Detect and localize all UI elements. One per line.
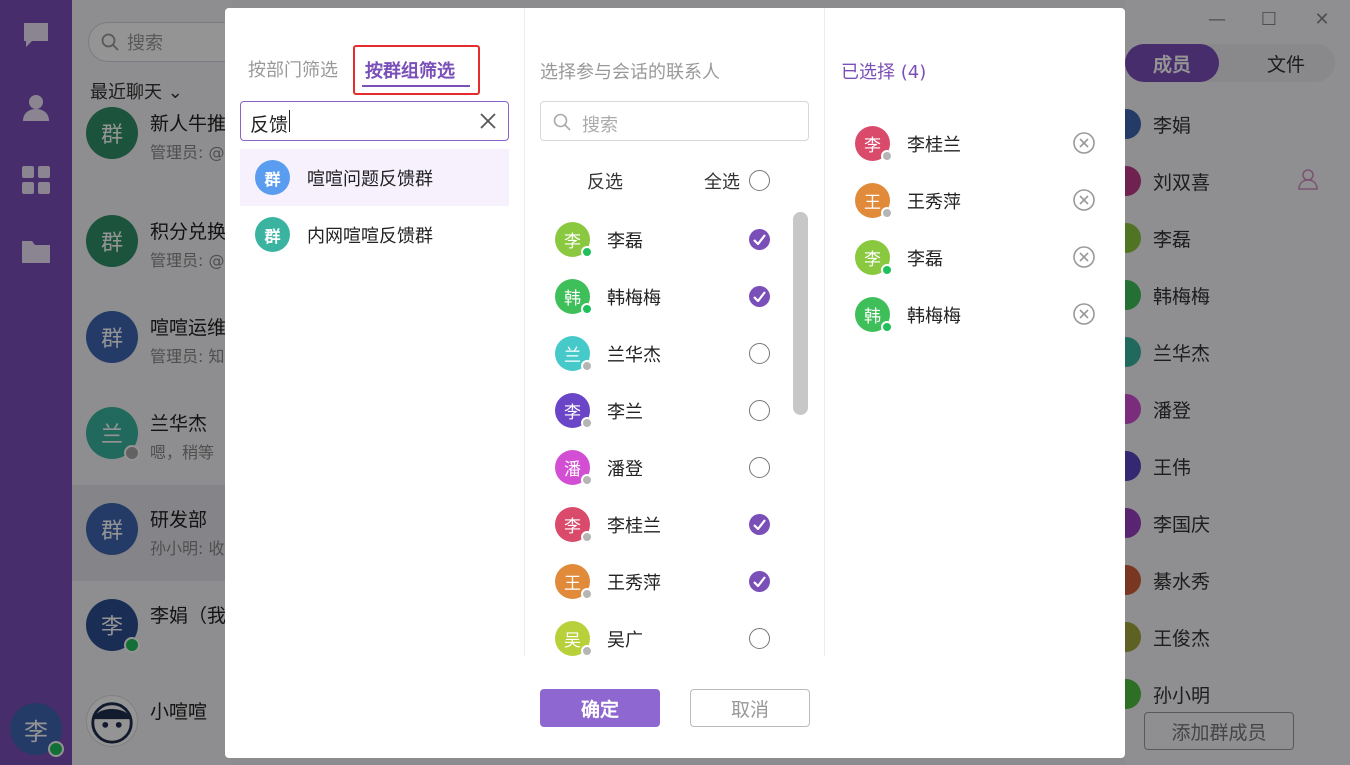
contact-row[interactable]: 李李兰 (540, 382, 780, 439)
selected-contact-name: 王秀萍 (907, 192, 961, 213)
column-divider (824, 8, 825, 656)
offline-status-dot (881, 207, 893, 219)
contact-search-placeholder: 搜索 (582, 115, 618, 136)
contact-name: 兰华杰 (607, 345, 661, 366)
offline-status-dot (581, 474, 593, 486)
active-tab-underline (362, 85, 470, 87)
avatar: 李 (855, 240, 893, 276)
checkmark-icon (753, 291, 766, 302)
checkmark-icon (753, 576, 766, 587)
offline-status-dot (881, 150, 893, 162)
avatar: 王 (555, 564, 593, 600)
group-result-item[interactable]: 群喧喧问题反馈群 (240, 149, 509, 206)
selected-contact-row: 李李磊 (840, 229, 1110, 286)
avatar: 兰 (555, 336, 593, 372)
contact-checkbox[interactable] (749, 571, 770, 592)
contact-checkbox[interactable] (749, 286, 770, 307)
group-avatar: 群 (255, 160, 290, 195)
contact-row[interactable]: 吴吴广 (540, 610, 780, 656)
selected-count-title: 已选择 (4) (841, 62, 927, 83)
contact-row[interactable]: 王王秀萍 (540, 553, 780, 610)
avatar: 李 (555, 393, 593, 429)
checkmark-icon (753, 519, 766, 530)
text-caret (289, 110, 290, 132)
offline-status-dot (581, 645, 593, 656)
online-status-dot (881, 264, 893, 276)
avatar: 李 (555, 222, 593, 258)
select-all-checkbox[interactable] (749, 170, 770, 191)
remove-circle-x-icon[interactable] (1072, 131, 1096, 155)
tab-filter-by-group-label: 按群组筛选 (365, 61, 455, 82)
offline-status-dot (581, 531, 593, 543)
contact-list: 李李磊韩韩梅梅兰兰华杰李李兰潘潘登李李桂兰王王秀萍吴吴广 (540, 211, 809, 656)
contact-name: 王秀萍 (607, 573, 661, 594)
group-search-input[interactable]: 反馈 (240, 101, 509, 141)
contact-checkbox[interactable] (749, 628, 770, 649)
confirm-button[interactable]: 确定 (540, 689, 660, 727)
contact-checkbox[interactable] (749, 514, 770, 535)
avatar: 潘 (555, 450, 593, 486)
filter-tabs: 按部门筛选 按群组筛选 (225, 8, 525, 108)
contact-row[interactable]: 李李桂兰 (540, 496, 780, 553)
contact-name: 李桂兰 (607, 516, 661, 537)
offline-status-dot (581, 417, 593, 429)
contact-name: 吴广 (607, 630, 643, 651)
selected-contact-row: 韩韩梅梅 (840, 286, 1110, 343)
select-contacts-dialog: 按部门筛选 按群组筛选 反馈 群喧喧问题反馈群群内网喧喧反馈群 选择参与会话的联… (225, 8, 1125, 758)
invert-selection-button[interactable]: 反选 (587, 168, 623, 194)
contact-row[interactable]: 兰兰华杰 (540, 325, 780, 382)
contact-list-scrollbar[interactable] (793, 212, 808, 415)
group-search-value: 反馈 (250, 114, 289, 136)
contacts-column-title: 选择参与会话的联系人 (540, 62, 720, 83)
cancel-button[interactable]: 取消 (690, 689, 810, 727)
contact-row[interactable]: 潘潘登 (540, 439, 780, 496)
avatar: 韩 (855, 297, 893, 333)
tab-filter-by-department[interactable]: 按部门筛选 (248, 56, 338, 82)
contact-name: 韩梅梅 (607, 288, 661, 309)
contact-checkbox[interactable] (749, 457, 770, 478)
group-result-item[interactable]: 群内网喧喧反馈群 (240, 206, 509, 263)
remove-circle-x-icon[interactable] (1072, 302, 1096, 326)
contact-name: 李磊 (607, 231, 643, 252)
online-status-dot (581, 246, 593, 258)
search-icon (553, 113, 571, 131)
online-status-dot (881, 321, 893, 333)
contact-row[interactable]: 李李磊 (540, 211, 780, 268)
checkmark-icon (753, 234, 766, 245)
selected-contact-row: 王王秀萍 (840, 172, 1110, 229)
avatar: 王 (855, 183, 893, 219)
select-all-label[interactable]: 全选 (704, 168, 740, 194)
remove-circle-x-icon[interactable] (1072, 245, 1096, 269)
contact-row[interactable]: 韩韩梅梅 (540, 268, 780, 325)
contact-checkbox[interactable] (749, 343, 770, 364)
group-name: 喧喧问题反馈群 (307, 169, 433, 190)
selected-contact-name: 韩梅梅 (907, 306, 961, 327)
avatar: 李 (855, 126, 893, 162)
online-status-dot (581, 303, 593, 315)
remove-circle-x-icon[interactable] (1072, 188, 1096, 212)
offline-status-dot (581, 360, 593, 372)
offline-status-dot (581, 588, 593, 600)
tab-filter-by-group[interactable]: 按群组筛选 (353, 45, 480, 95)
avatar: 韩 (555, 279, 593, 315)
contact-name: 李兰 (607, 402, 643, 423)
avatar: 吴 (555, 621, 593, 656)
group-name: 内网喧喧反馈群 (307, 226, 433, 247)
selected-contact-name: 李磊 (907, 249, 943, 270)
contact-checkbox[interactable] (749, 229, 770, 250)
contact-name: 潘登 (607, 459, 643, 480)
avatar: 李 (555, 507, 593, 543)
selected-contact-name: 李桂兰 (907, 135, 961, 156)
selected-contact-row: 李李桂兰 (840, 115, 1110, 172)
contact-checkbox[interactable] (749, 400, 770, 421)
clear-icon[interactable] (478, 111, 498, 131)
group-avatar: 群 (255, 217, 290, 252)
contact-search-input[interactable]: 搜索 (540, 101, 809, 141)
